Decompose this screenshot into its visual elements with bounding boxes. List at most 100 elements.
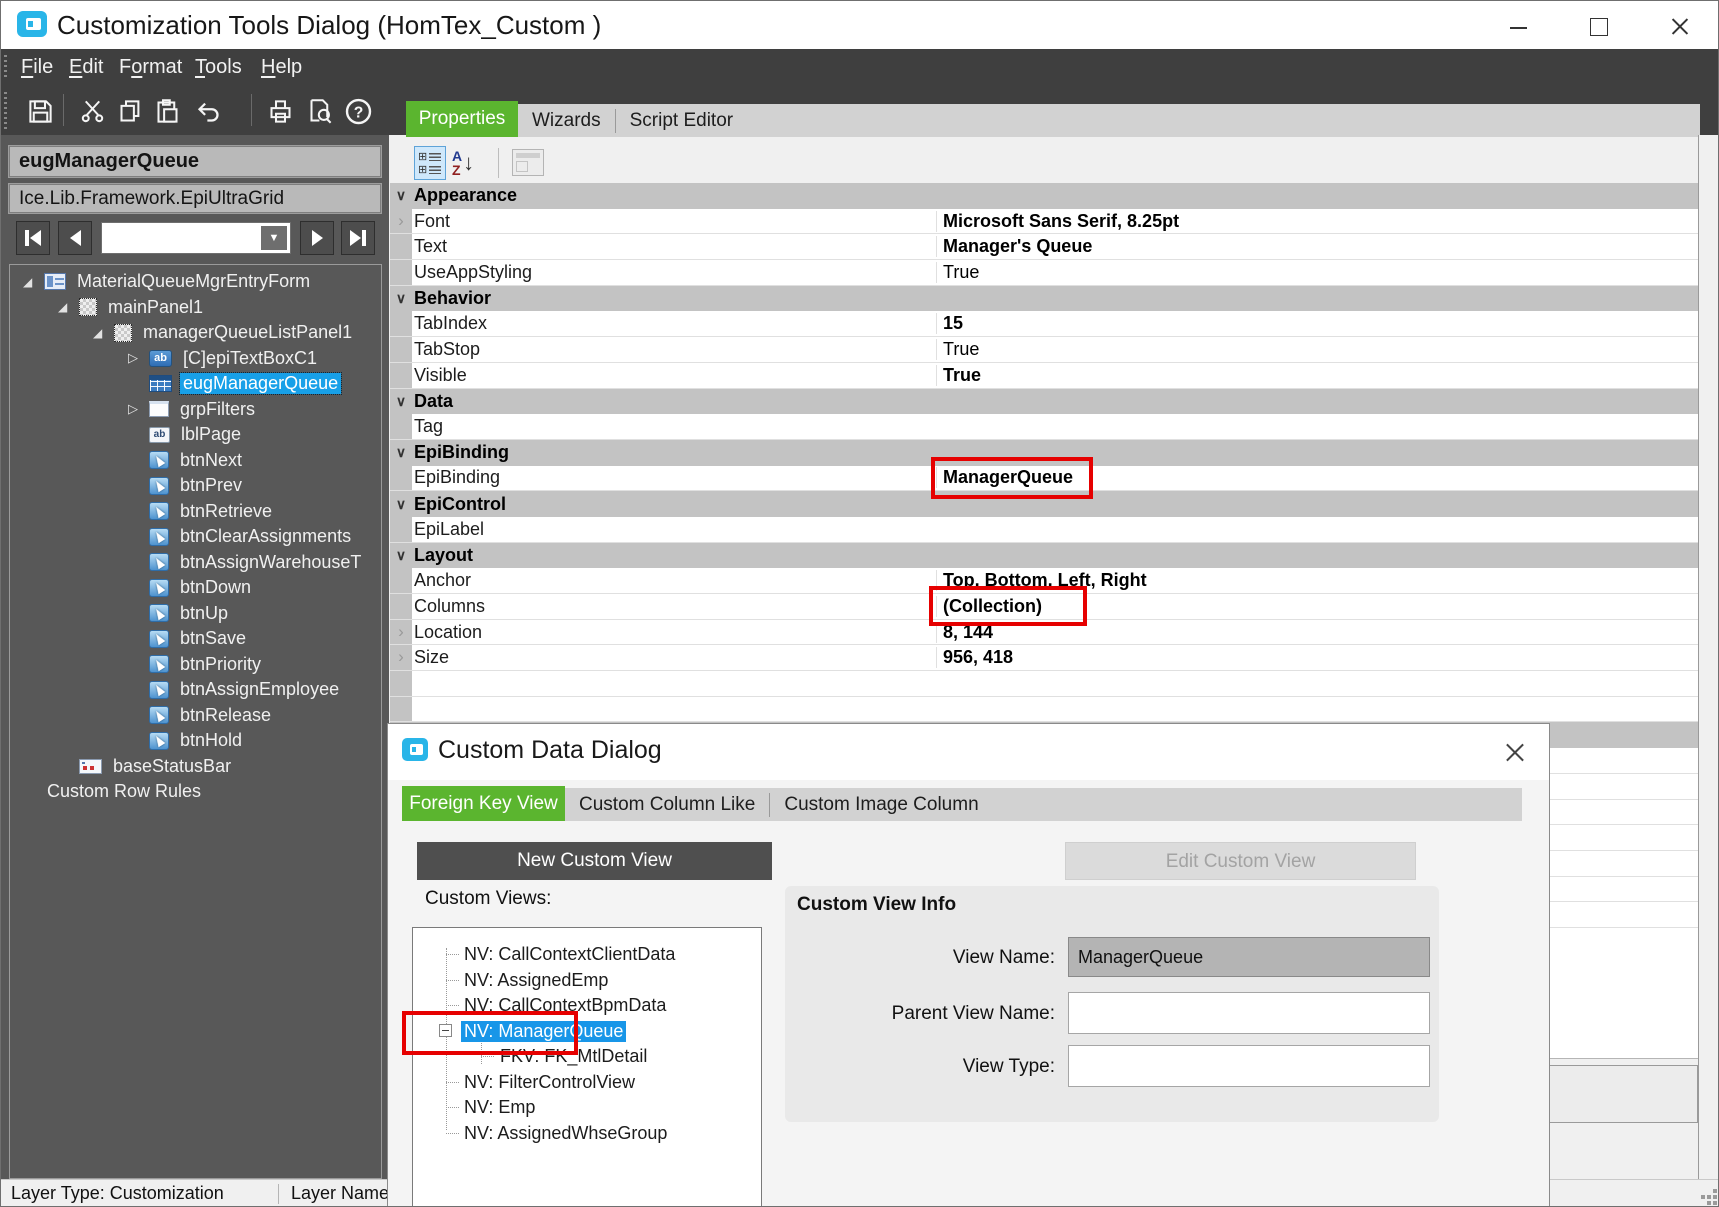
minimize-button[interactable] [1489,1,1547,49]
custom-views-listbox[interactable]: NV: CallContextClientData NV: AssignedEm… [412,927,762,1207]
help-icon[interactable]: ? [341,94,375,128]
tree-item-selected[interactable]: eugManagerQueue [10,371,381,397]
custom-view-info-header: Custom View Info [797,894,956,916]
custom-view-item[interactable]: NV: Emp [413,1095,761,1121]
dialog-close-button[interactable] [1493,732,1537,772]
new-custom-view-button[interactable]: New Custom View [417,842,772,880]
copy-icon[interactable] [113,94,147,128]
print-preview-icon[interactable] [303,94,337,128]
svg-text:?: ? [353,104,363,121]
categorized-view-icon[interactable]: ⊞ ⊞ [414,146,446,180]
property-row[interactable]: EpiLabel [390,517,1698,543]
chevron-down-icon: ∨ [390,187,412,204]
control-select-combo[interactable]: ▼ [101,222,291,254]
tab-foreign-key-view[interactable]: Foreign Key View [402,786,565,821]
toolbar-grip [4,92,7,129]
tree-item[interactable]: ablblPage [10,422,381,448]
property-row[interactable]: UseAppStylingTrue [390,260,1698,286]
menu-help[interactable]: Help [255,49,308,86]
collapsed-icon[interactable]: ▷ [125,401,149,417]
print-icon[interactable] [263,94,297,128]
property-row[interactable]: VisibleTrue [390,363,1698,389]
control-name-box[interactable]: eugManagerQueue [9,146,381,177]
button-icon [149,604,169,622]
tree-item[interactable]: ▷grpFilters [10,397,381,423]
nav-next-button[interactable] [300,221,334,255]
alphabetical-sort-icon[interactable]: AZ↓ [452,146,488,180]
menu-format[interactable]: Format [113,49,188,86]
expand-icon[interactable]: › [390,620,412,645]
category-row[interactable]: ∨Appearance [390,183,1698,209]
nav-prev-button[interactable] [58,221,92,255]
close-button[interactable] [1651,1,1709,49]
tree-item[interactable]: baseStatusBar [10,754,381,780]
tab-script-editor[interactable]: Script Editor [616,104,747,137]
custom-view-item[interactable]: NV: AssignedWhseGroup [413,1121,761,1147]
category-row[interactable]: ∨Layout [390,543,1698,569]
nav-first-button[interactable] [16,221,50,255]
tree-item[interactable]: btnNext [10,448,381,474]
cut-icon[interactable] [75,94,109,128]
property-row[interactable]: TextManager's Queue [390,234,1698,260]
title-bar: Customization Tools Dialog (HomTex_Custo… [1,1,1719,49]
tree-item[interactable]: btnSave [10,626,381,652]
right-scroll-strip[interactable] [1698,135,1719,1179]
custom-view-item[interactable]: NV: CallContextClientData [413,942,761,968]
menu-file[interactable]: File [15,49,59,86]
tab-custom-image-column[interactable]: Custom Image Column [770,788,992,821]
expanded-icon[interactable]: ◢ [90,326,114,340]
category-row[interactable]: ∨Behavior [390,286,1698,312]
statusbar-icon [79,759,102,774]
toolbar-separator [498,148,499,178]
view-name-field[interactable]: ManagerQueue [1068,937,1430,977]
tree-item[interactable]: btnRetrieve [10,499,381,525]
property-row[interactable]: TabStopTrue [390,337,1698,363]
edit-custom-view-button[interactable]: Edit Custom View [1065,842,1416,880]
tab-properties[interactable]: Properties [406,101,518,137]
resize-grip[interactable] [1701,1195,1705,1199]
property-row[interactable]: Tag [390,414,1698,440]
customization-tools-window: Customization Tools Dialog (HomTex_Custo… [0,0,1719,1207]
button-icon [149,451,169,469]
tree-item[interactable]: ▷ab[C]epiTextBoxC1 [10,346,381,372]
tree-item[interactable]: btnAssignEmployee [10,677,381,703]
tree-item[interactable]: btnPrev [10,473,381,499]
nav-last-button[interactable] [341,221,375,255]
undo-icon[interactable] [191,94,225,128]
chevron-down-icon[interactable]: ▼ [261,226,287,250]
maximize-button[interactable] [1569,1,1627,49]
tree-item[interactable]: btnPriority [10,652,381,678]
tree-item[interactable]: btnUp [10,601,381,627]
toolbar-grip [4,55,7,80]
tree-item[interactable]: btnClearAssignments [10,524,381,550]
tree-item[interactable]: btnRelease [10,703,381,729]
parent-view-name-field[interactable] [1068,992,1430,1034]
tree-item[interactable]: ◢MaterialQueueMgrEntryForm [10,269,381,295]
save-icon[interactable] [23,94,57,128]
tree-item[interactable]: btnHold [10,728,381,754]
paste-icon[interactable] [150,94,184,128]
category-row[interactable]: ∨Data [390,389,1698,415]
expanded-icon[interactable]: ◢ [20,275,44,289]
view-type-label: View Type: [795,1056,1055,1078]
tree-item-custom-row-rules[interactable]: Custom Row Rules [10,779,381,805]
menu-tools[interactable]: Tools [189,49,248,86]
tree-item[interactable]: btnDown [10,575,381,601]
collapsed-icon[interactable]: ▷ [125,350,149,366]
tab-custom-column-like[interactable]: Custom Column Like [565,788,769,821]
property-row[interactable]: ›Size956, 418 [390,645,1698,671]
view-type-field[interactable] [1068,1045,1430,1087]
expanded-icon[interactable]: ◢ [55,300,79,314]
tree-item[interactable]: ◢managerQueueListPanel1 [10,320,381,346]
tab-wizards[interactable]: Wizards [518,104,615,137]
tree-item[interactable]: ◢mainPanel1 [10,295,381,321]
menu-edit[interactable]: Edit [63,49,109,86]
expand-icon[interactable]: › [390,209,412,234]
tree-item[interactable]: btnAssignWarehouseT [10,550,381,576]
property-row[interactable]: TabIndex15 [390,311,1698,337]
custom-view-item[interactable]: NV: AssignedEmp [413,968,761,994]
custom-view-item[interactable]: NV: FilterControlView [413,1070,761,1096]
property-row[interactable]: ›FontMicrosoft Sans Serif, 8.25pt [390,209,1698,235]
annotation-box-epibinding [931,457,1093,499]
expand-icon[interactable]: › [390,645,412,670]
